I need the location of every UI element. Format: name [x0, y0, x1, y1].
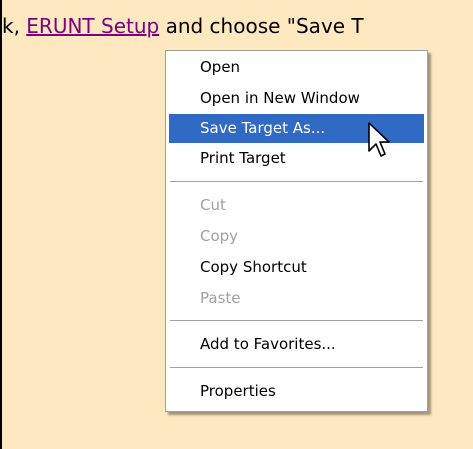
erunt-setup-link[interactable]: ERUNT Setup [26, 14, 159, 38]
menu-item-open[interactable]: Open [169, 53, 424, 82]
menu-separator [170, 181, 423, 182]
instruction-text: k, ERUNT Setup and choose "Save T [2, 14, 364, 38]
menu-item-properties[interactable]: Properties [169, 377, 424, 406]
arrow-pointer-icon [368, 122, 390, 157]
menu-item-copy-shortcut[interactable]: Copy Shortcut [169, 253, 424, 282]
menu-item-open-in-new-window[interactable]: Open in New Window [169, 84, 424, 113]
menu-separator [170, 367, 423, 368]
menu-item-copy[interactable]: Copy [169, 222, 424, 251]
instruction-text-prefix: k, [2, 14, 27, 38]
menu-separator [170, 320, 423, 321]
menu-item-add-to-favorites[interactable]: Add to Favorites... [169, 330, 424, 359]
menu-item-paste[interactable]: Paste [169, 284, 424, 313]
context-menu: Open Open in New Window Save Target As..… [165, 50, 428, 412]
menu-item-cut[interactable]: Cut [169, 191, 424, 220]
instruction-text-suffix: and choose "Save T [159, 14, 364, 38]
